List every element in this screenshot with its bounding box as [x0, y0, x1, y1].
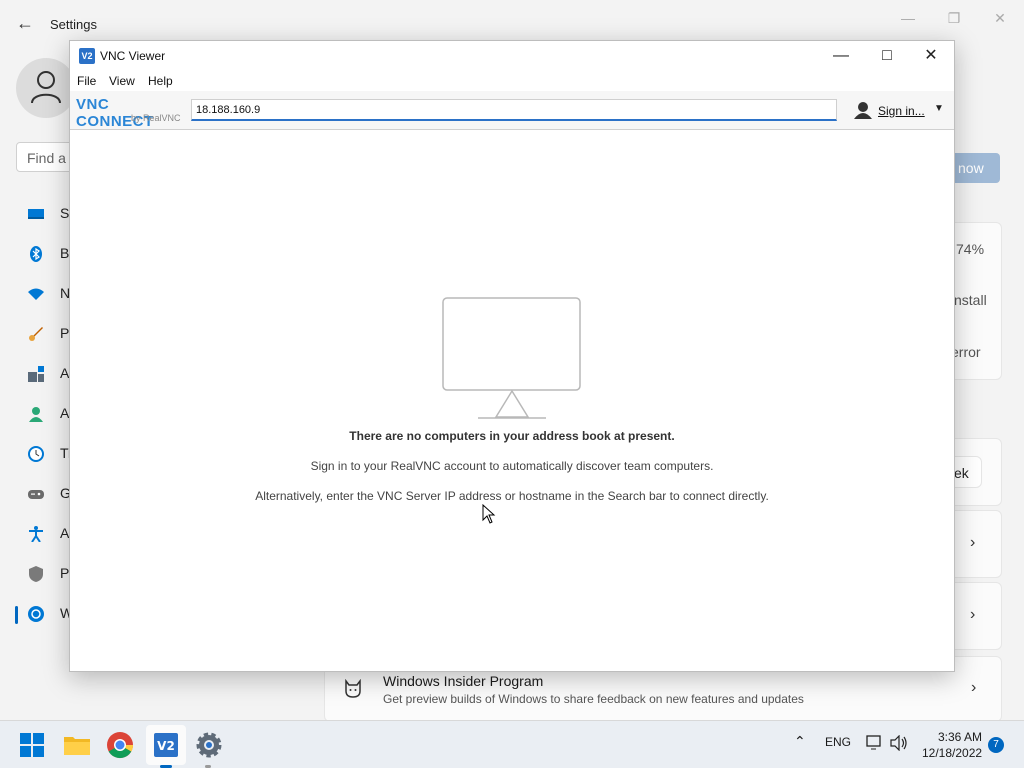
- menu-file[interactable]: File: [77, 74, 96, 88]
- address-search-input[interactable]: 18.188.160.9: [191, 99, 837, 121]
- menu-bar: File View Help: [70, 71, 954, 91]
- network-icon[interactable]: [866, 735, 884, 751]
- clock-icon: [28, 446, 44, 462]
- wifi-icon: [28, 288, 44, 300]
- menu-help[interactable]: Help: [148, 74, 173, 88]
- empty-title: There are no computers in your address b…: [349, 429, 675, 443]
- accessibility-icon: [29, 526, 43, 542]
- computer-monitor-icon: [442, 297, 581, 419]
- minimize-icon[interactable]: —: [894, 8, 922, 28]
- window-title: VNC Viewer: [100, 49, 166, 63]
- shield-icon: [29, 566, 43, 582]
- vnc-viewer-window: V2 VNC Viewer — □ ✕ File View Help VNC C…: [69, 40, 955, 672]
- system-icon: [28, 209, 44, 219]
- sign-in-button[interactable]: Sign in... ▼: [854, 101, 944, 121]
- logo-subtext: by RealVNC: [131, 113, 181, 123]
- sign-in-label: Sign in...: [878, 104, 925, 118]
- brush-icon: [29, 327, 43, 341]
- chevron-right-icon: ›: [971, 679, 977, 696]
- minimize-icon[interactable]: —: [818, 41, 864, 71]
- restore-icon[interactable]: ❐: [940, 8, 968, 28]
- update-icon: [28, 606, 44, 622]
- maximize-icon[interactable]: □: [864, 41, 910, 71]
- file-explorer-icon[interactable]: [61, 729, 93, 761]
- bluetooth-icon: [30, 246, 42, 262]
- taskbar: V2 ⌃ ENG 3:36 AM 12/18/2022 7: [0, 720, 1024, 768]
- chevron-right-icon: ›: [970, 606, 976, 623]
- close-icon[interactable]: ✕: [986, 8, 1014, 28]
- title-bar[interactable]: V2 VNC Viewer — □ ✕: [70, 41, 954, 71]
- empty-hint-signin: Sign in to your RealVNC account to autom…: [310, 459, 714, 473]
- user-icon: [854, 102, 872, 119]
- nav-label: A: [60, 365, 70, 381]
- volume-icon[interactable]: [890, 735, 908, 751]
- insider-subtitle: Get preview builds of Windows to share f…: [383, 692, 804, 706]
- chrome-icon[interactable]: [104, 729, 136, 761]
- windows-start-icon[interactable]: [16, 729, 48, 761]
- system-clock[interactable]: 3:36 AM 12/18/2022: [922, 729, 982, 761]
- menu-view[interactable]: View: [109, 74, 135, 88]
- selection-indicator: [15, 606, 18, 624]
- avatar[interactable]: [16, 58, 76, 118]
- progress-percent: 74%: [956, 241, 985, 257]
- nav-label: A: [60, 525, 70, 541]
- language-indicator[interactable]: ENG: [825, 735, 851, 749]
- error-status: error: [951, 344, 981, 360]
- vnc-connect-logo: VNC CONNECT by RealVNC: [76, 96, 186, 130]
- close-icon[interactable]: ✕: [908, 41, 954, 71]
- toolbar: VNC CONNECT by RealVNC 18.188.160.9 Sign…: [70, 91, 954, 130]
- vnc-viewer-taskbar-icon[interactable]: V2: [150, 729, 182, 761]
- apps-icon: [28, 366, 44, 382]
- settings-gear-icon[interactable]: [193, 729, 225, 761]
- clock-time: 3:36 AM: [937, 730, 982, 744]
- mouse-cursor-icon: [482, 504, 496, 524]
- insider-cat-icon: [345, 679, 361, 698]
- chevron-up-icon[interactable]: ⌃: [794, 733, 806, 750]
- dropdown-caret-icon[interactable]: ▼: [934, 103, 944, 114]
- clock-date: 12/18/2022: [922, 746, 983, 760]
- notification-badge[interactable]: 7: [988, 737, 1004, 753]
- gamepad-icon: [28, 490, 44, 499]
- insider-title: Windows Insider Program: [383, 673, 544, 689]
- pause-button-label: ek: [954, 465, 969, 481]
- account-icon: [29, 407, 43, 422]
- settings-title: Settings: [50, 17, 97, 32]
- user-icon: [31, 71, 61, 104]
- vnc-app-icon: V2: [79, 48, 95, 64]
- back-arrow-icon[interactable]: ←: [14, 12, 36, 34]
- install-status: nstall: [954, 292, 987, 308]
- empty-hint-search: Alternatively, enter the VNC Server IP a…: [255, 489, 769, 503]
- nav-label: A: [60, 405, 70, 421]
- svg-text:V2: V2: [157, 739, 175, 753]
- chevron-right-icon: ›: [970, 534, 976, 551]
